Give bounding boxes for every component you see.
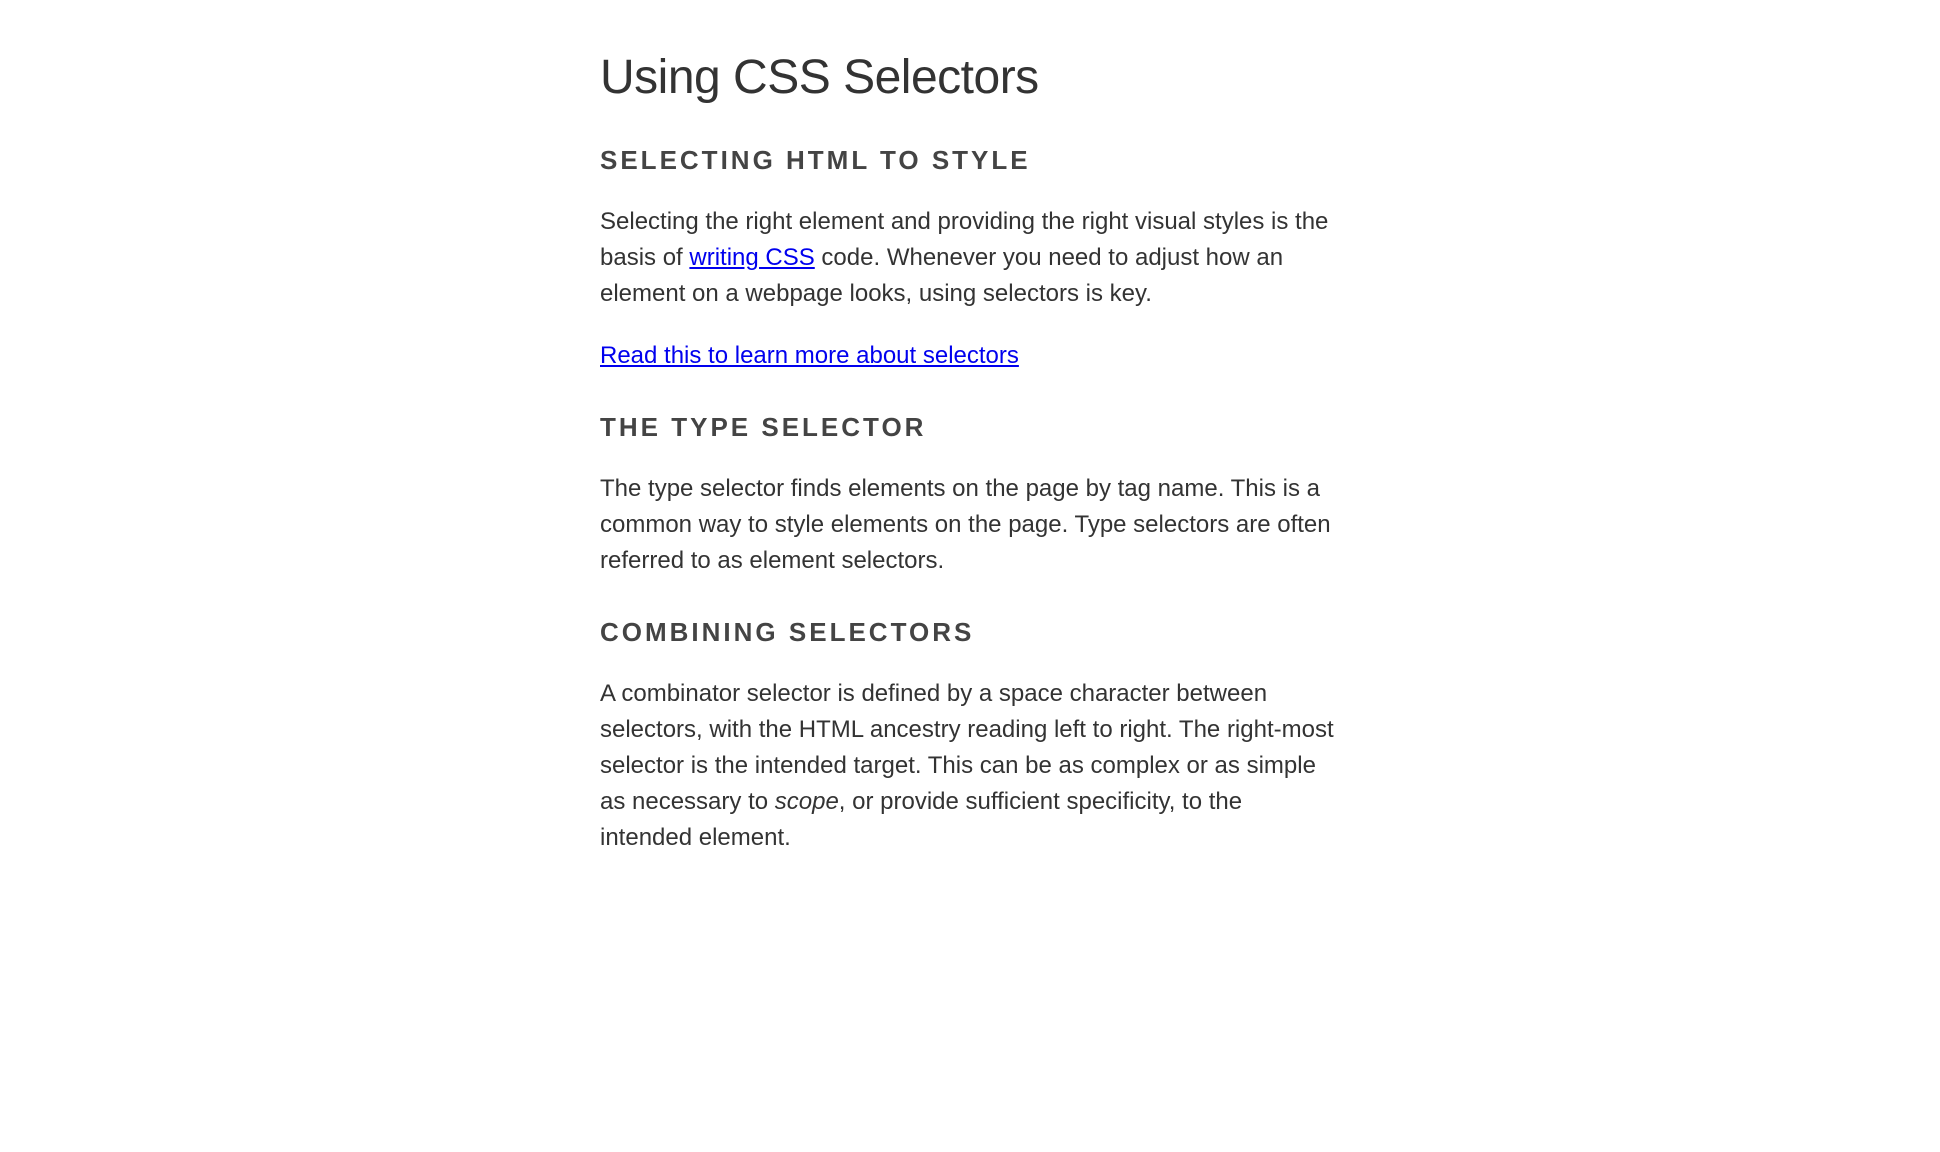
page-title: Using CSS Selectors (600, 50, 1340, 105)
section-paragraph-selecting: Selecting the right element and providin… (600, 204, 1340, 312)
standalone-link-paragraph: Read this to learn more about selectors (600, 338, 1340, 374)
section-heading-type-selector: THE TYPE SELECTOR (600, 412, 1340, 443)
section-heading-selecting: SELECTING HTML TO STYLE (600, 145, 1340, 176)
section-paragraph-type-selector: The type selector finds elements on the … (600, 471, 1340, 579)
section-heading-combining: COMBINING SELECTORS (600, 617, 1340, 648)
learn-more-selectors-link[interactable]: Read this to learn more about selectors (600, 342, 1019, 369)
writing-css-link[interactable]: writing CSS (689, 244, 814, 271)
section-paragraph-combining: A combinator selector is defined by a sp… (600, 676, 1340, 856)
scope-emphasis: scope (775, 788, 839, 815)
document-container: Using CSS Selectors SELECTING HTML TO ST… (580, 50, 1360, 856)
